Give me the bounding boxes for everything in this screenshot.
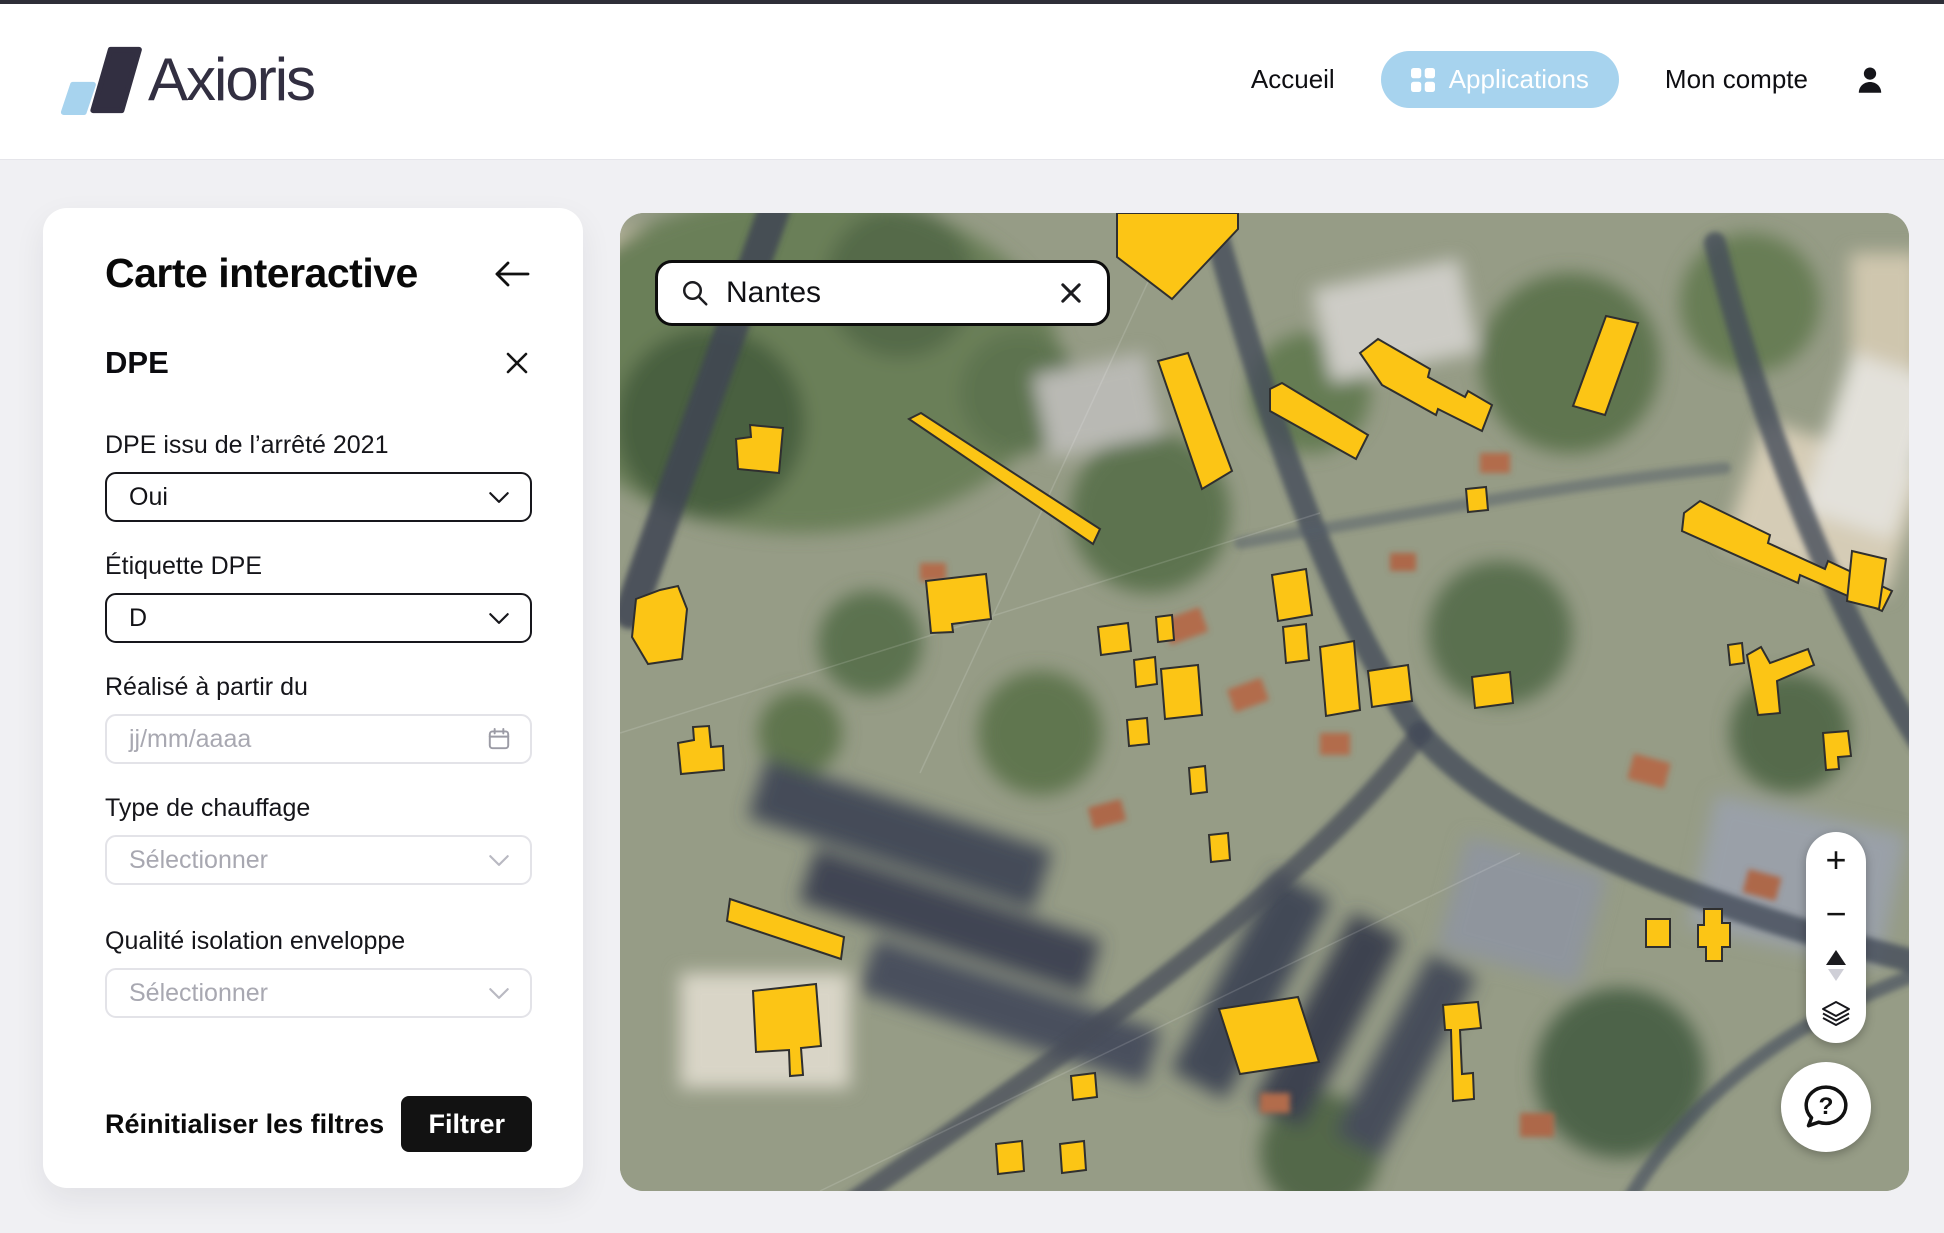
chevron-down-icon [486, 484, 512, 510]
dpe-building-polygon[interactable] [1071, 1073, 1097, 1100]
dpe-building-polygon[interactable] [1127, 718, 1149, 746]
clear-search-icon[interactable] [1057, 279, 1085, 307]
chevron-down-icon [486, 980, 512, 1006]
dpe-building-polygon[interactable] [632, 586, 687, 664]
collapse-panel-arrow-icon[interactable] [492, 258, 532, 290]
dpe-building-polygon[interactable] [1368, 665, 1412, 707]
app-header: Axioris Accueil Applications Mon compte [0, 0, 1944, 160]
filter-label-isolation: Qualité isolation enveloppe [105, 927, 532, 956]
select-arrete-value: Oui [129, 483, 168, 512]
zoom-out-button[interactable]: − [1825, 896, 1846, 932]
pitch-up-icon[interactable] [1826, 950, 1846, 965]
close-dpe-section-icon[interactable] [502, 348, 532, 378]
dpe-building-polygon[interactable] [1283, 624, 1309, 663]
filter-label-arrete: DPE issu de l’arrêté 2021 [105, 431, 532, 460]
panel-title: Carte interactive [105, 250, 418, 297]
dpe-building-polygon[interactable] [1189, 766, 1207, 794]
calendar-icon [486, 726, 512, 752]
dpe-building-polygon[interactable] [1161, 665, 1202, 719]
dpe-building-polygon[interactable] [1847, 551, 1886, 609]
map-search-input[interactable] [726, 276, 1057, 310]
nav-mon-compte[interactable]: Mon compte [1665, 64, 1808, 95]
select-etiquette-value: D [129, 604, 147, 633]
dpe-building-polygon[interactable] [1320, 641, 1360, 716]
dpe-building-polygon[interactable] [1466, 487, 1488, 512]
dpe-building-polygon[interactable] [1134, 657, 1157, 687]
dpe-building-polygon[interactable] [1060, 1141, 1086, 1173]
search-icon [680, 278, 710, 308]
apps-grid-icon [1411, 68, 1435, 92]
select-etiquette-dpe[interactable]: D [105, 593, 532, 643]
nav-accueil[interactable]: Accueil [1251, 64, 1335, 95]
nav-applications[interactable]: Applications [1381, 51, 1619, 108]
dpe-building-polygon[interactable] [1472, 672, 1513, 708]
pitch-down-icon[interactable] [1828, 969, 1844, 981]
select-arrete-2021[interactable]: Oui [105, 472, 532, 522]
pitch-control[interactable] [1826, 950, 1846, 981]
dpe-building-polygon[interactable] [1098, 623, 1131, 655]
help-bubble-icon: ? [1798, 1079, 1854, 1135]
date-placeholder: jj/mm/aaaa [129, 725, 251, 754]
map-zoom-controls: + − [1806, 832, 1866, 1043]
dpe-building-polygon[interactable] [1728, 643, 1744, 665]
filter-label-chauffage: Type de chauffage [105, 794, 532, 823]
select-isolation-placeholder: Sélectionner [129, 979, 268, 1008]
select-chauffage[interactable]: Sélectionner [105, 835, 532, 885]
zoom-in-button[interactable]: + [1825, 842, 1846, 878]
brand-logo[interactable]: Axioris [60, 39, 314, 121]
user-icon[interactable] [1854, 64, 1886, 96]
reset-filters-link[interactable]: Réinitialiser les filtres [105, 1109, 384, 1140]
layers-icon[interactable] [1820, 999, 1852, 1029]
select-chauffage-placeholder: Sélectionner [129, 846, 268, 875]
dpe-building-polygon[interactable] [1272, 569, 1312, 621]
brand-logomark-icon [60, 39, 152, 121]
dpe-building-polygon[interactable] [996, 1141, 1024, 1174]
dpe-building-polygon[interactable] [1646, 919, 1670, 947]
brand-name: Axioris [148, 45, 314, 114]
select-isolation[interactable]: Sélectionner [105, 968, 532, 1018]
chevron-down-icon [486, 605, 512, 631]
chevron-down-icon [486, 847, 512, 873]
filter-label-date: Réalisé à partir du [105, 673, 532, 702]
satellite-map-canvas [620, 213, 1909, 1191]
map-search-box[interactable] [655, 260, 1110, 326]
filter-label-etiquette: Étiquette DPE [105, 552, 532, 581]
main-nav: Accueil Applications Mon compte [1251, 51, 1886, 108]
dpe-building-polygon[interactable] [1209, 833, 1230, 862]
filters-panel: Carte interactive DPE DPE issu de l’arrê… [43, 208, 583, 1188]
interactive-map[interactable]: + − ? [620, 213, 1909, 1191]
dpe-section-title: DPE [105, 345, 169, 381]
dpe-building-polygon[interactable] [1156, 615, 1174, 642]
window-top-strip [0, 0, 1944, 4]
apply-filters-button[interactable]: Filtrer [401, 1096, 532, 1152]
date-input[interactable]: jj/mm/aaaa [105, 714, 532, 764]
help-button[interactable]: ? [1781, 1062, 1871, 1152]
svg-text:?: ? [1819, 1093, 1834, 1120]
nav-applications-label: Applications [1449, 64, 1589, 95]
